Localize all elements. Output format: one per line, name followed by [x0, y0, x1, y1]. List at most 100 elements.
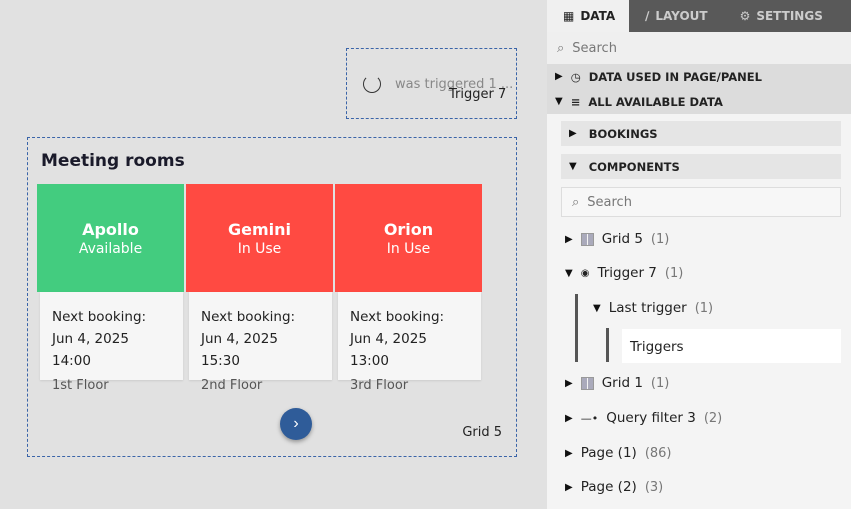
tree-item-last-trigger[interactable]: ▼ Last trigger (1) [593, 300, 713, 316]
room-card[interactable]: Gemini In Use Next booking: Jun 4, 2025 15… [186, 184, 333, 393]
caret-down-icon: ▼ [569, 161, 577, 172]
caret-right-icon: ▶ [565, 233, 573, 245]
next-date: Jun 4, 2025 15:30 [201, 331, 278, 369]
section-data-used[interactable]: ▶ ◷ DATA USED IN PAGE/PANEL [547, 64, 851, 89]
tree-item-page1[interactable]: ▶ Page (1) (86) [565, 445, 672, 461]
trigger-icon: ◉ [580, 267, 590, 279]
search-placeholder: Search [572, 40, 617, 56]
section-label: ALL AVAILABLE DATA [588, 94, 723, 109]
chevron-right-icon: › [293, 415, 299, 432]
caret-right-icon: ▶ [555, 71, 563, 82]
tab-layout[interactable]: ∕ LAYOUT [629, 0, 724, 32]
grid-component[interactable]: Meeting rooms Apollo Available Next booki… [27, 137, 517, 457]
bookings-group[interactable]: ▶ BOOKINGS [561, 121, 841, 146]
item-count: (3) [644, 479, 664, 495]
panel-tabs: ▦ DATA ∕ LAYOUT ⚙ SETTINGS [547, 0, 851, 32]
caret-right-icon: ▶ [565, 412, 573, 424]
room-name: Apollo [82, 219, 139, 239]
tree-guide [606, 328, 609, 362]
tab-data[interactable]: ▦ DATA [547, 0, 629, 32]
components-search-input[interactable]: ⌕ Search [561, 187, 841, 217]
room-status: Available [78, 240, 143, 257]
tab-settings[interactable]: ⚙ SETTINGS [724, 0, 839, 32]
item-label: Page (2) [580, 479, 637, 495]
next-page-button[interactable]: › [280, 408, 312, 440]
room-card[interactable]: Apollo Available Next booking: Jun 4, 2025… [37, 184, 184, 393]
item-count: (86) [644, 445, 672, 461]
item-label: Query filter 3 [606, 410, 696, 426]
tree-item-page2[interactable]: ▶ Page (2) (3) [565, 479, 663, 495]
tree-item-trigger7[interactable]: ▼ ◉ Trigger 7 (1) [565, 265, 683, 281]
tree-item-grid1[interactable]: ▶ Grid 1 (1) [565, 375, 669, 391]
caret-down-icon: ▼ [565, 267, 573, 279]
tab-label: SETTINGS [756, 9, 823, 23]
next-label: Next booking: [201, 309, 296, 325]
item-label: Trigger 7 [597, 265, 657, 281]
table-icon: ▦ [563, 9, 575, 23]
tab-label: DATA [580, 9, 616, 23]
trigger-component[interactable]: was triggered 1 ... Trigger 7 [346, 48, 517, 119]
room-name: Gemini [227, 219, 291, 239]
caret-down-icon: ▼ [593, 302, 601, 314]
card-header: Apollo Available [37, 184, 184, 292]
item-count: (1) [650, 231, 670, 247]
card-header: Orion In Use [335, 184, 482, 292]
group-label: COMPONENTS [588, 159, 680, 174]
search-placeholder: Search [587, 194, 632, 210]
tree-item-grid5[interactable]: ▶ Grid 5 (1) [565, 231, 669, 247]
floor: 2nd Floor [201, 378, 263, 393]
caret-right-icon: ▶ [569, 128, 577, 139]
item-count: (2) [703, 410, 723, 426]
caret-right-icon: ▶ [565, 481, 573, 493]
item-count: (1) [650, 375, 670, 391]
history-icon: ◷ [570, 69, 581, 84]
next-label: Next booking: [350, 309, 445, 325]
tab-label: LAYOUT [655, 9, 708, 23]
search-input[interactable]: ⌕ Search [547, 32, 851, 64]
trigger-label: Trigger 7 [449, 87, 507, 102]
card-body: Next booking: Jun 4, 2025 15:30 2nd Floor [189, 292, 332, 393]
gear-icon: ⚙ [739, 9, 751, 23]
item-label: Triggers [630, 339, 684, 355]
card-header: Gemini In Use [186, 184, 333, 292]
item-label: Last trigger [608, 300, 687, 316]
next-date: Jun 4, 2025 13:00 [350, 331, 427, 369]
tree-item-query-filter3[interactable]: ▶ —• Query filter 3 (2) [565, 410, 722, 426]
room-status: In Use [386, 240, 431, 257]
item-count: (1) [664, 265, 684, 281]
section-all-data[interactable]: ▼ ≡ ALL AVAILABLE DATA [547, 89, 851, 114]
group-label: BOOKINGS [588, 126, 658, 141]
tree-item-triggers[interactable]: Triggers [622, 329, 841, 363]
item-count: (1) [694, 300, 714, 316]
room-status: In Use [237, 240, 282, 257]
caret-down-icon: ▼ [555, 96, 563, 107]
floor: 3rd Floor [350, 378, 409, 393]
grid-label: Grid 5 [462, 425, 502, 440]
card-body: Next booking: Jun 4, 2025 13:00 3rd Floor [338, 292, 481, 393]
canvas: was triggered 1 ... Trigger 7 Meeting ro… [0, 0, 547, 509]
next-label: Next booking: [52, 309, 147, 325]
list-icon: ≡ [570, 94, 581, 109]
room-name: Orion [383, 219, 434, 239]
filter-icon: —• [580, 411, 599, 425]
search-icon: ⌕ [557, 40, 565, 56]
pen-icon: ∕ [645, 9, 650, 23]
tree-guide [575, 294, 578, 362]
room-card[interactable]: Orion In Use Next booking: Jun 4, 2025 13:… [335, 184, 482, 393]
refresh-icon [363, 75, 381, 93]
caret-right-icon: ▶ [565, 447, 573, 459]
next-date: Jun 4, 2025 14:00 [52, 331, 129, 369]
grid-icon [580, 376, 594, 390]
floor: 1st Floor [52, 378, 109, 393]
data-panel: ▦ DATA ∕ LAYOUT ⚙ SETTINGS ⌕ Search ▶ ◷ DATA U… [547, 0, 851, 509]
section-label: DATA USED IN PAGE/PANEL [588, 69, 762, 84]
item-label: Grid 1 [601, 375, 643, 391]
caret-right-icon: ▶ [565, 377, 573, 389]
card-body: Next booking: Jun 4, 2025 14:00 1st Floor [40, 292, 183, 393]
grid-icon [580, 232, 594, 246]
grid-title: Meeting rooms [41, 151, 185, 171]
item-label: Page (1) [580, 445, 637, 461]
search-icon: ⌕ [572, 194, 580, 210]
components-group[interactable]: ▼ COMPONENTS [561, 154, 841, 179]
item-label: Grid 5 [601, 231, 643, 247]
